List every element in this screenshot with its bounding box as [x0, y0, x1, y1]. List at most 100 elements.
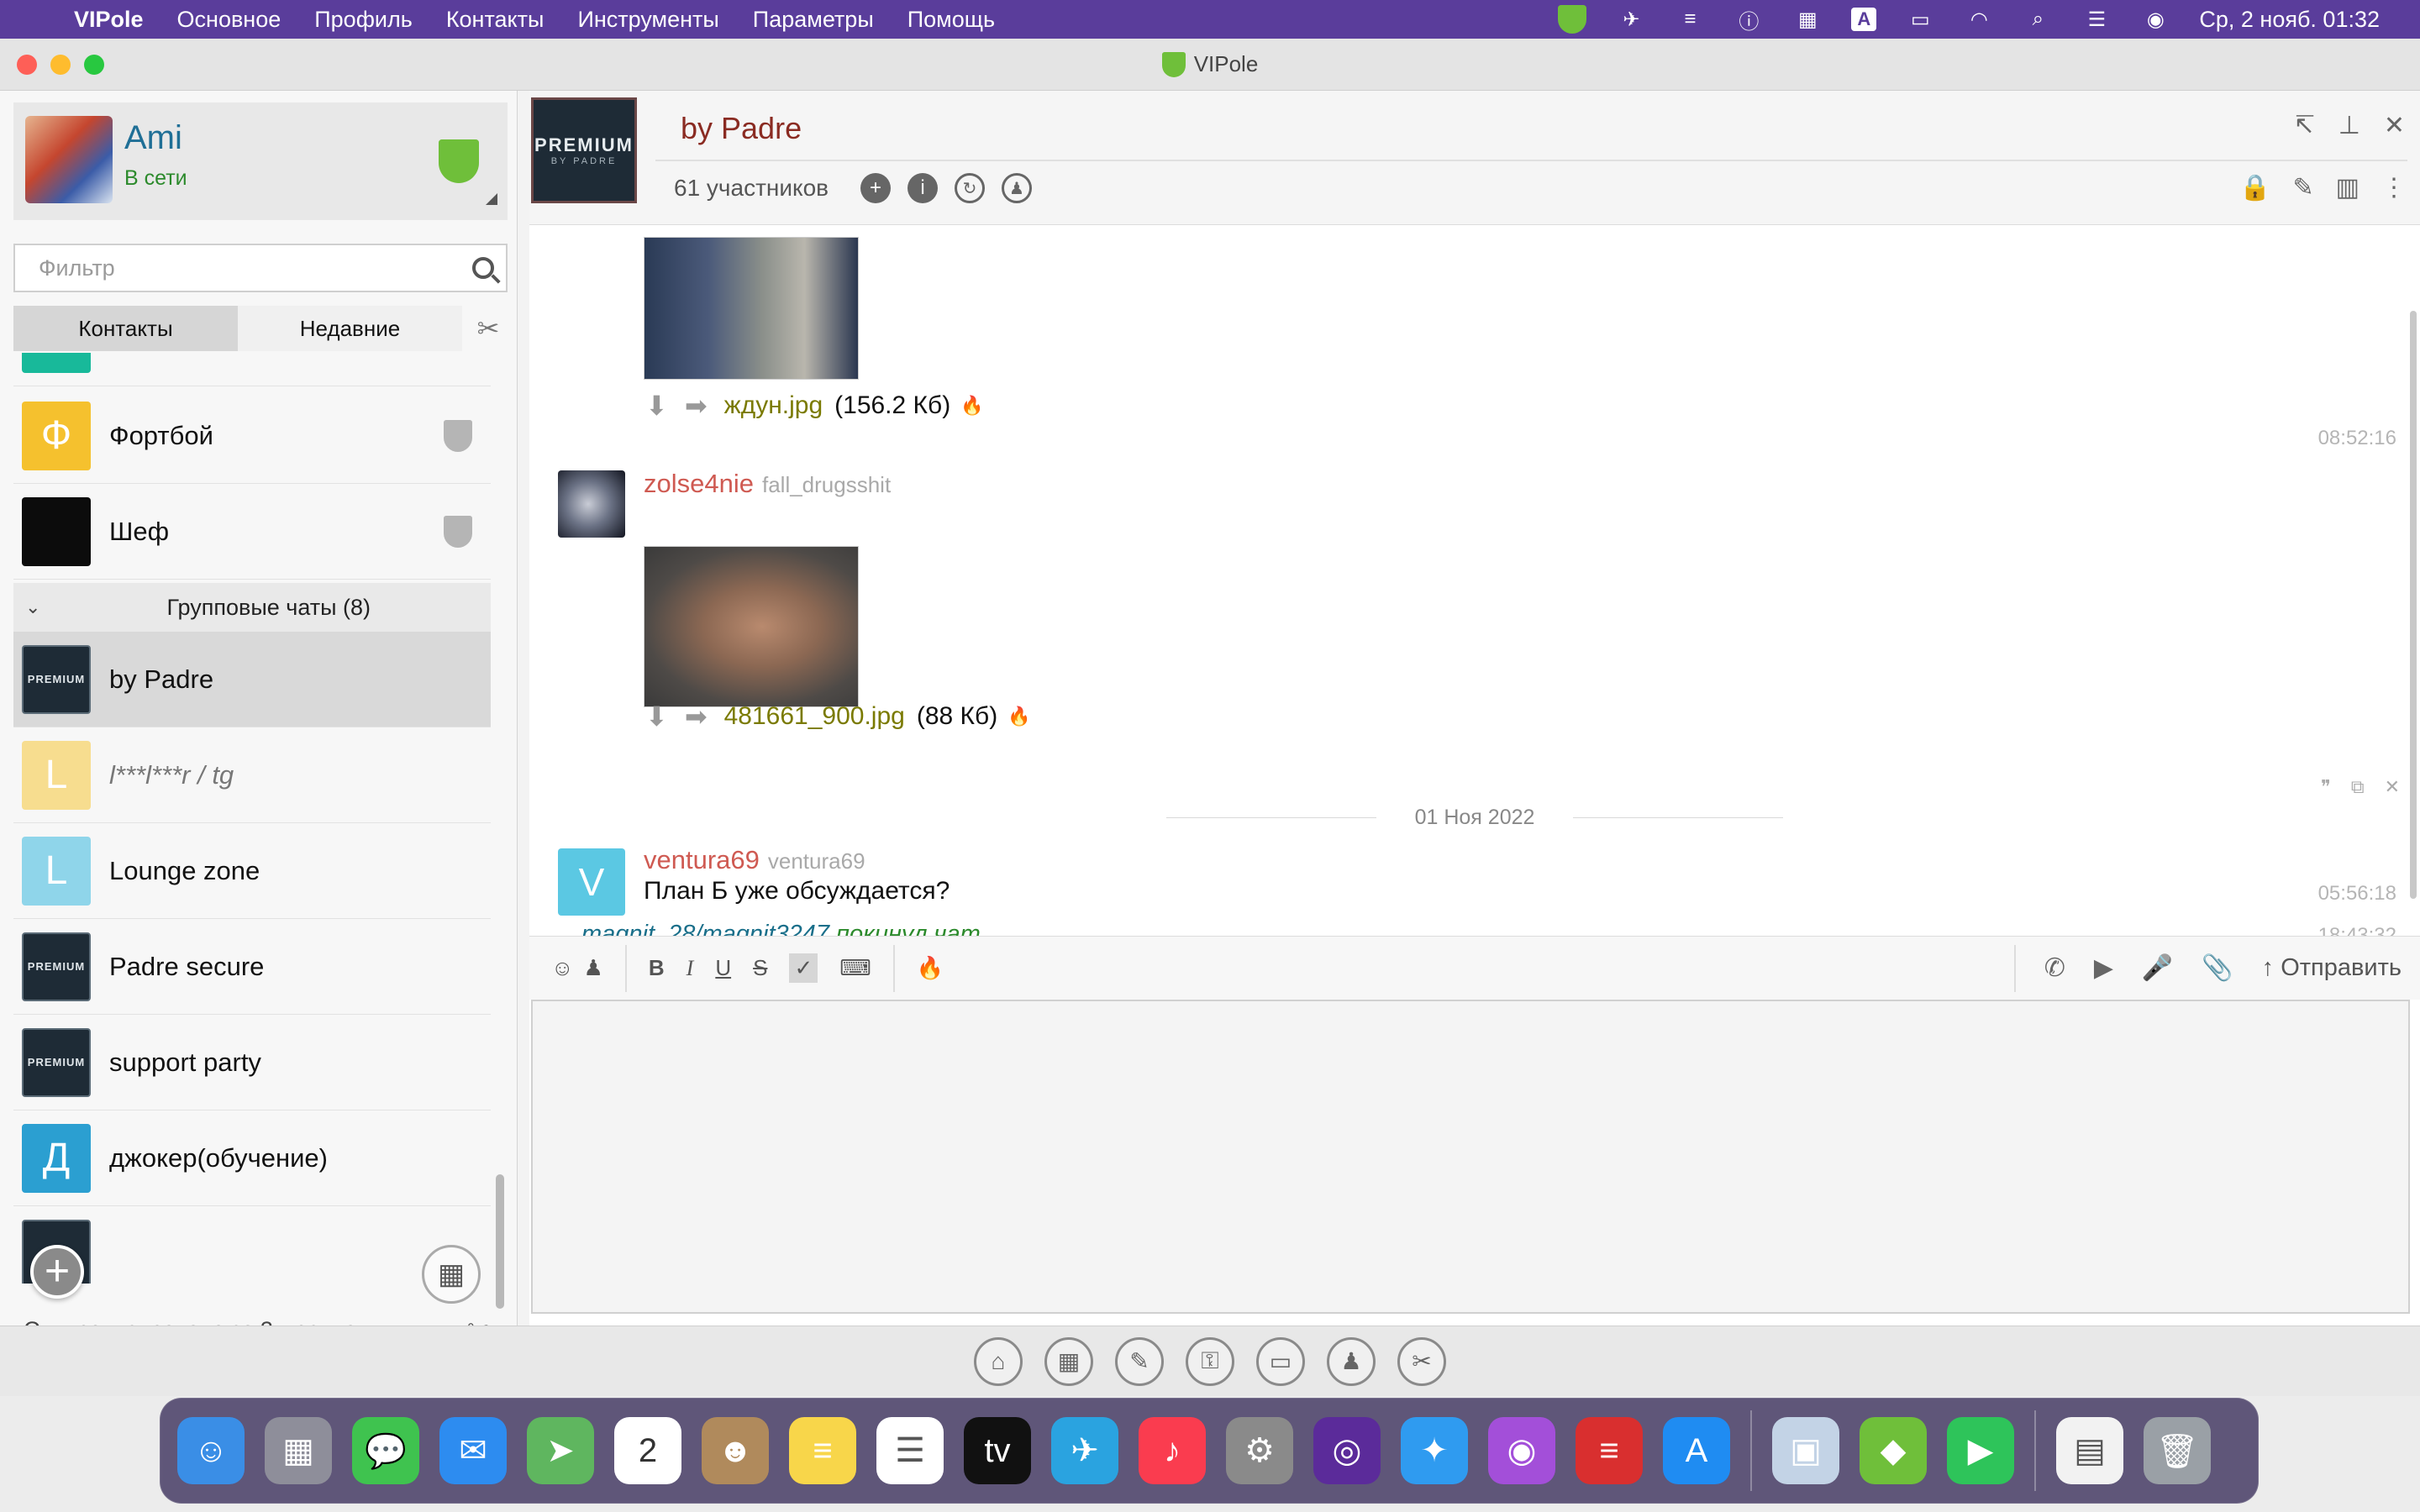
menu-item-tools[interactable]: Инструменты — [577, 7, 718, 33]
siri-icon[interactable]: ◉ — [2140, 7, 2170, 32]
image-attachment-thumbnail[interactable] — [644, 546, 859, 707]
group-row-selected[interactable]: PREMIUM by Padre — [13, 632, 491, 727]
history-icon[interactable]: ↻ — [955, 173, 985, 203]
group-row[interactable]: Д джокер(обучение) — [13, 1110, 491, 1206]
vipole-tray-icon[interactable] — [1557, 5, 1587, 34]
vipole-dock-icon[interactable]: ◆ — [1860, 1417, 1927, 1484]
privacy-lock-icon[interactable]: 🔒 — [2239, 173, 2270, 202]
notes-app-icon[interactable]: ≡ — [789, 1417, 856, 1484]
finder-icon[interactable]: ☺ — [177, 1417, 245, 1484]
battery-icon[interactable]: ▭ — [1905, 7, 1935, 32]
group-row[interactable]: L l***l***r / tg — [13, 727, 491, 823]
menubar-clock[interactable]: Ср, 2 нояб. 01:32 — [2199, 7, 2380, 33]
group-row[interactable]: PREMIUM Padre secure — [13, 919, 491, 1015]
tab-contacts[interactable]: Контакты — [13, 306, 238, 351]
tab-recent[interactable]: Недавние — [238, 306, 462, 351]
send-button[interactable]: ↑ Отправить — [2262, 954, 2402, 982]
home-icon[interactable]: ⌂ — [974, 1336, 1023, 1386]
microphone-icon[interactable]: 🎤 — [2142, 953, 2173, 983]
telegram-tray-icon[interactable]: ✈ — [1616, 7, 1646, 32]
accessibility-tray-icon[interactable]: ⓘ — [1733, 7, 1764, 34]
chat-avatar[interactable]: PREMIUM BY PADRE — [531, 97, 637, 203]
window-zoom-button[interactable] — [84, 55, 104, 75]
file-name-link[interactable]: ждун.jpg — [724, 391, 823, 420]
music-icon[interactable]: ♪ — [1139, 1417, 1206, 1484]
bold-button[interactable]: B — [649, 955, 665, 981]
sticker-icon[interactable]: ♟ — [584, 955, 603, 981]
clear-history-icon[interactable]: ✎ — [2293, 173, 2314, 202]
status-menu-triangle-icon[interactable] — [486, 193, 497, 205]
sender-name[interactable]: ventura69 ventura69 — [644, 845, 865, 875]
profile-status[interactable]: В сети — [124, 166, 187, 191]
menu-item-settings[interactable]: Параметры — [753, 7, 874, 33]
video-call-icon[interactable]: ▶ — [2094, 953, 2113, 983]
file-name-link[interactable]: 481661_900.jpg — [724, 702, 905, 731]
menu-item-contacts[interactable]: Контакты — [446, 7, 544, 33]
forward-icon[interactable]: ➡ — [685, 701, 708, 732]
expressvpn-tray-icon[interactable]: ≡ — [1675, 7, 1705, 32]
preview-icon[interactable]: ▣ — [1772, 1417, 1839, 1484]
input-source-icon[interactable]: A — [1851, 8, 1877, 31]
trash-icon[interactable]: 🗑 — [2144, 1417, 2211, 1484]
quote-icon[interactable]: ❞ — [2321, 776, 2331, 798]
spotlight-search-icon[interactable]: ⌕ — [2023, 7, 2053, 32]
system-preferences-icon[interactable]: ⚙ — [1226, 1417, 1293, 1484]
sender-name[interactable]: zolse4nie fall_drugsshit — [644, 469, 891, 499]
filter-input[interactable] — [15, 245, 452, 291]
underline-button[interactable]: U — [715, 955, 731, 981]
settings-tools-icon[interactable]: ✂ — [1397, 1336, 1446, 1386]
contacts-icon[interactable]: ♟ — [1327, 1336, 1376, 1386]
keyboard-icon[interactable]: ⌨ — [839, 955, 871, 981]
folder-icon[interactable]: ▭ — [1256, 1336, 1305, 1386]
safari-icon[interactable]: ✦ — [1401, 1417, 1468, 1484]
message-input[interactable] — [531, 1000, 2410, 1314]
spellcheck-button[interactable]: ✓ — [789, 953, 818, 983]
app-store-icon[interactable]: A — [1663, 1417, 1730, 1484]
podcast-app-icon[interactable]: ◎ — [1313, 1417, 1381, 1484]
launchpad-icon[interactable]: ▦ — [265, 1417, 332, 1484]
security-shield-icon[interactable] — [439, 139, 479, 183]
members-icon[interactable]: ♟ — [1002, 173, 1032, 203]
emoji-icon[interactable]: ☺ — [551, 955, 574, 981]
contact-row[interactable]: Шеф — [13, 484, 491, 580]
menu-item-main[interactable]: Основное — [177, 7, 281, 33]
voice-call-icon[interactable]: ✆ — [2044, 953, 2065, 983]
download-icon[interactable]: ⬇ — [645, 701, 668, 732]
downloads-stack-icon[interactable]: ▤ — [2056, 1417, 2123, 1484]
dialpad-button[interactable]: ▦ — [422, 1245, 481, 1304]
undock-icon[interactable]: ↸ — [2294, 111, 2315, 140]
menu-app-name[interactable]: VIPole — [74, 7, 144, 33]
side-panel-icon[interactable]: ▥ — [2336, 173, 2360, 202]
sender-avatar[interactable] — [558, 470, 625, 538]
profile-avatar[interactable] — [25, 116, 113, 203]
expressvpn-icon[interactable]: ≡ — [1576, 1417, 1643, 1484]
menu-item-profile[interactable]: Профиль — [314, 7, 413, 33]
add-member-icon[interactable]: + — [860, 173, 891, 203]
tools-icon[interactable]: ✂ — [474, 314, 502, 343]
podcasts-icon[interactable]: ◉ — [1488, 1417, 1555, 1484]
calendar-icon[interactable]: ▦ — [1044, 1336, 1093, 1386]
pin-icon[interactable]: ⊥ — [2338, 111, 2360, 140]
attach-icon[interactable]: 📎 — [2202, 953, 2233, 983]
window-close-button[interactable] — [17, 55, 37, 75]
info-icon[interactable]: i — [908, 173, 938, 203]
apple-tv-icon[interactable]: tv — [964, 1417, 1031, 1484]
reminders-icon[interactable]: ☰ — [876, 1417, 944, 1484]
system-message-user[interactable]: magnit_28/magnit3247 — [581, 921, 829, 936]
delete-message-icon[interactable]: ✕ — [2385, 776, 2400, 798]
group-row[interactable] — [13, 1206, 491, 1284]
profile-card[interactable]: Ami В сети — [13, 102, 508, 220]
members-count[interactable]: 61 участников — [674, 175, 829, 202]
contact-row[interactable]: Ф Фортбой — [13, 388, 491, 484]
group-chats-header[interactable]: ⌄ Групповые чаты (8) — [13, 583, 491, 632]
wifi-icon[interactable]: ◠ — [1964, 7, 1994, 32]
strikethrough-button[interactable]: S — [753, 955, 767, 981]
keyboard-tray-icon[interactable]: ▦ — [1792, 7, 1823, 32]
chevron-down-icon[interactable]: ⌄ — [25, 596, 40, 618]
group-row[interactable]: L Lounge zone — [13, 823, 491, 919]
copy-icon[interactable]: ⧉ — [2351, 776, 2365, 798]
maps-icon[interactable]: ➤ — [527, 1417, 594, 1484]
window-minimize-button[interactable] — [50, 55, 71, 75]
facetime-icon[interactable]: ▶ — [1947, 1417, 2014, 1484]
more-options-icon[interactable]: ⋮ — [2381, 173, 2407, 202]
